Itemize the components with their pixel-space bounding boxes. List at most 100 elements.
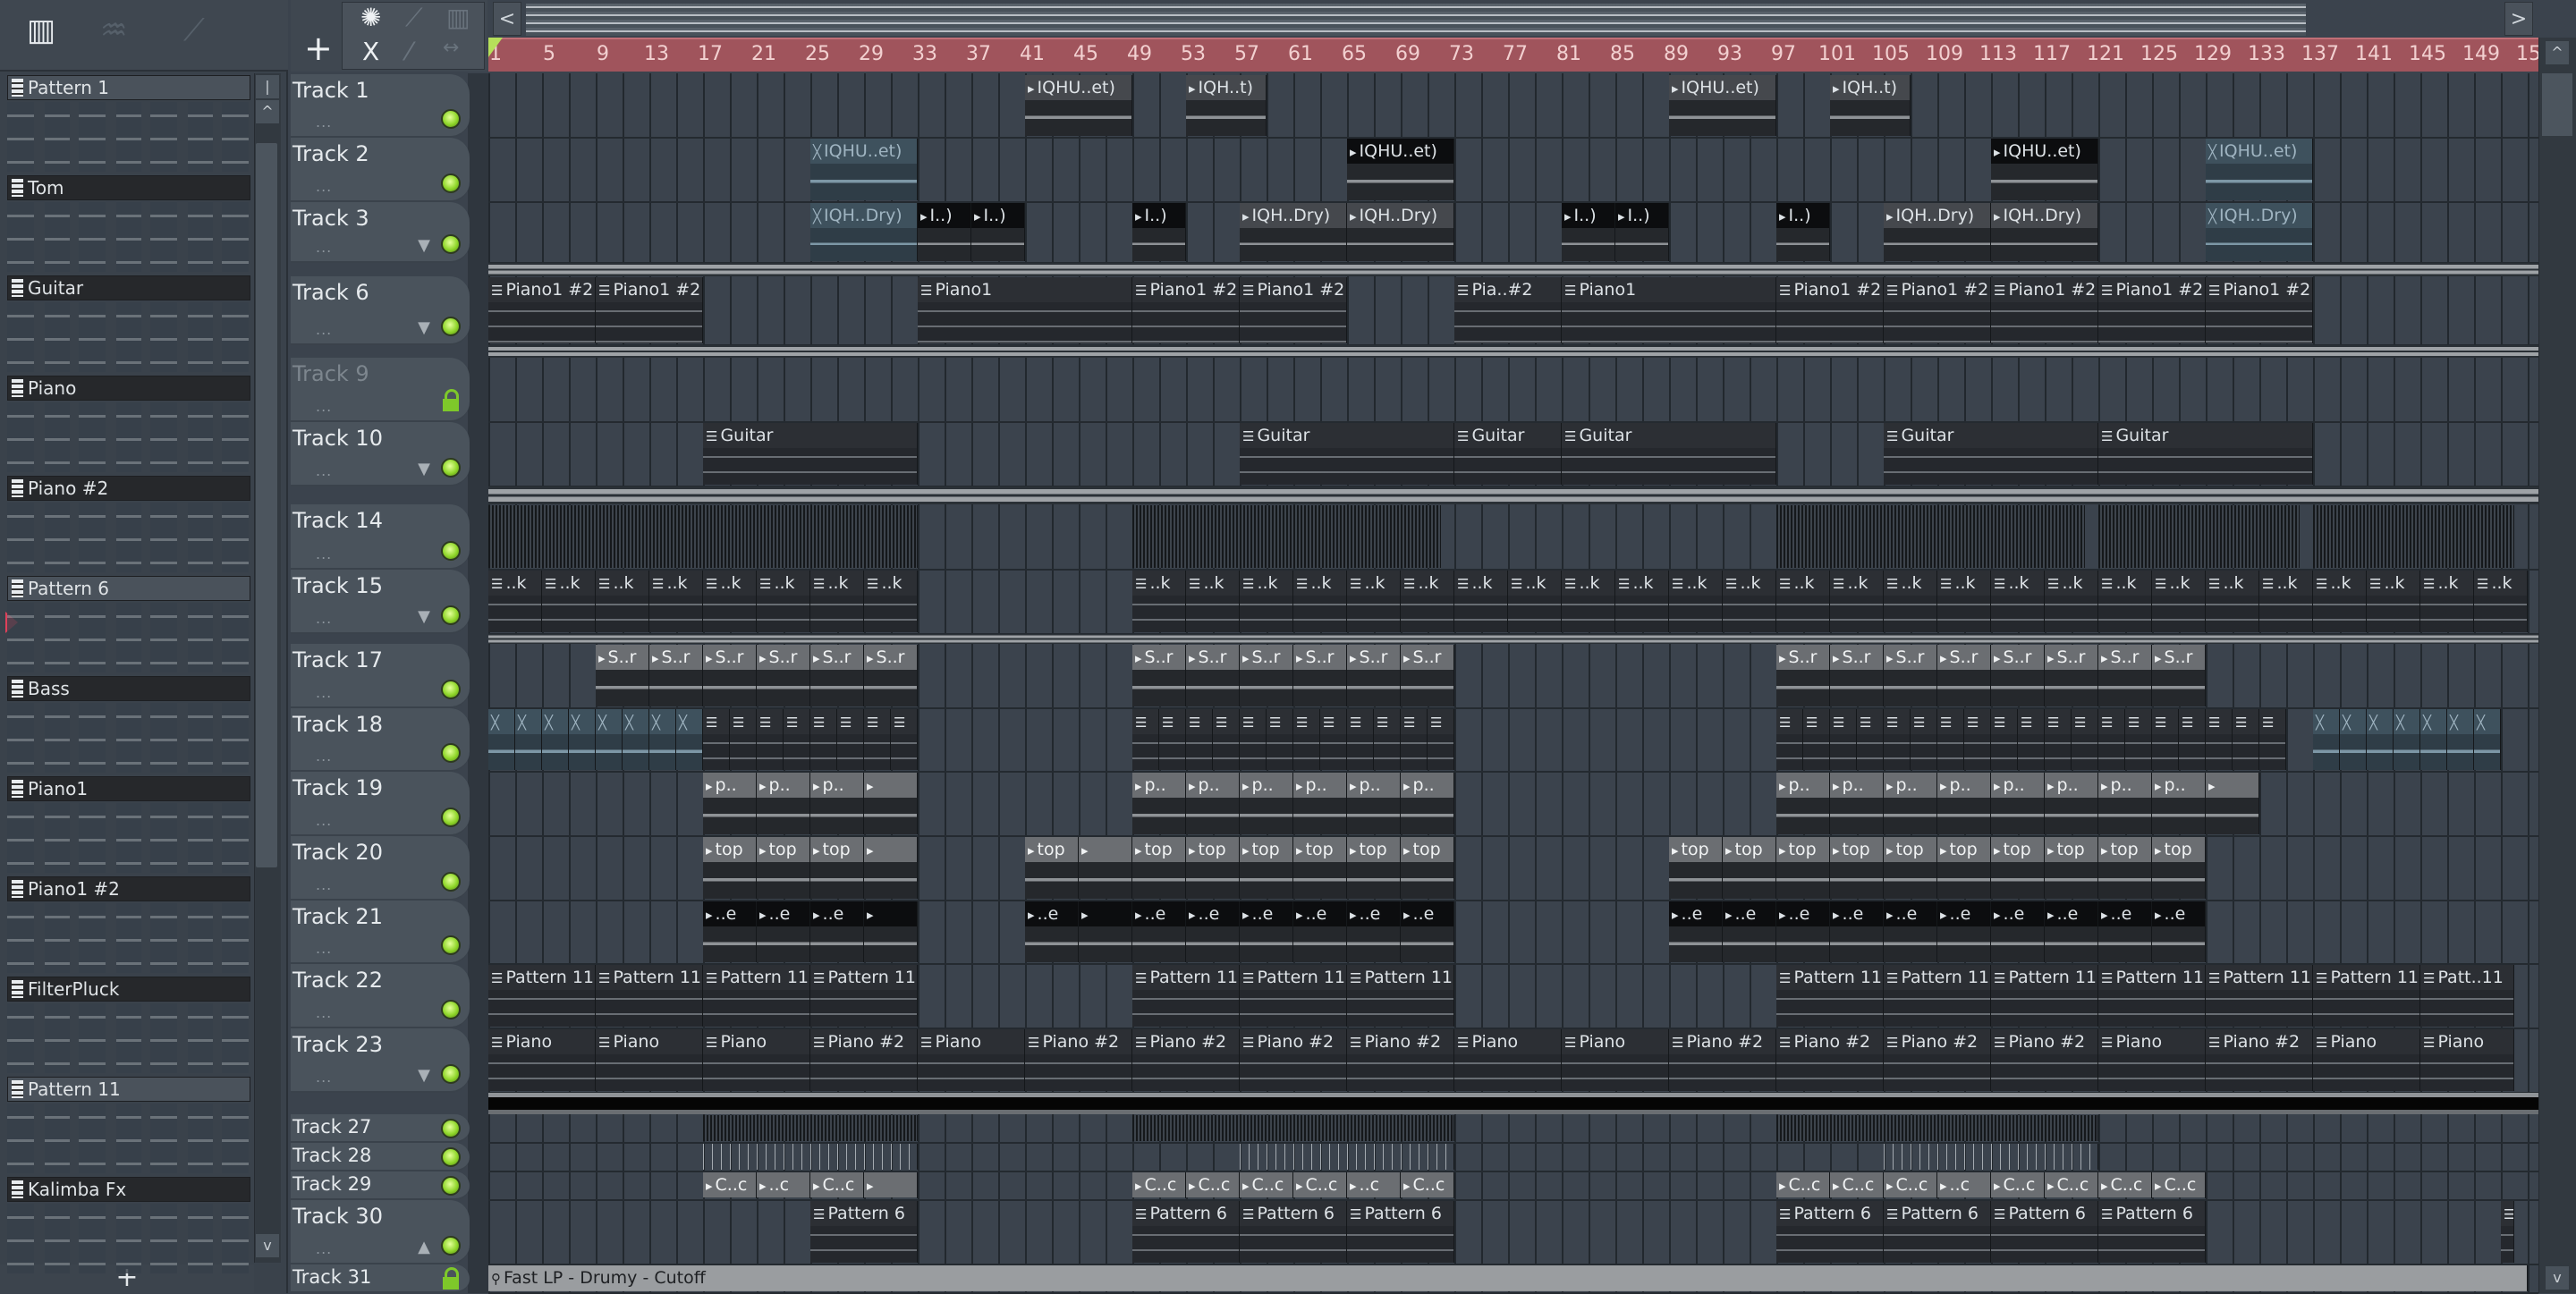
playlist-clip[interactable]: ☰ Piano #2 bbox=[1884, 1029, 1991, 1091]
clip-header[interactable]: ☰ bbox=[757, 709, 783, 734]
clip-header[interactable]: ☰ bbox=[1159, 709, 1185, 734]
clip-header[interactable]: ☰ bbox=[1830, 709, 1856, 734]
playlist-clip[interactable]: ▸ bbox=[2206, 773, 2259, 834]
playlist-clip[interactable]: ☰ Piano #2 bbox=[1991, 1029, 2098, 1091]
track-enable-led[interactable] bbox=[441, 935, 461, 955]
clip-header[interactable]: ☰ ..k bbox=[757, 571, 809, 596]
clip-header[interactable]: ▸ p.. bbox=[1240, 773, 1292, 798]
clip-header[interactable]: ╳ bbox=[2394, 709, 2419, 734]
clip-header[interactable]: ▸ IQH..Dry) bbox=[1240, 203, 1346, 228]
track-menu-dots-icon[interactable]: ... bbox=[316, 684, 332, 701]
track-name[interactable]: Track 23 bbox=[292, 1032, 383, 1057]
playlist-clip[interactable]: ☰ Piano1 bbox=[918, 277, 1132, 343]
playlist-clip[interactable]: ▸ C..c bbox=[1830, 1172, 1884, 1198]
playlist-clip[interactable]: ☰ Piano #2 bbox=[810, 1029, 918, 1091]
pattern-item-header[interactable]: Pattern 11 bbox=[7, 1077, 250, 1102]
playlist-clip[interactable]: ▸ ..e bbox=[1025, 901, 1079, 962]
clip-header[interactable]: ☰ bbox=[1991, 709, 2017, 734]
playlist-clip[interactable]: ▸ IQH..t) bbox=[1830, 75, 1911, 136]
clip-header[interactable]: ▸ ..c bbox=[1347, 1172, 1400, 1197]
clip-header[interactable]: ☰ Piano #2 bbox=[1991, 1029, 2097, 1054]
pattern-item-header[interactable]: Pattern 6 bbox=[7, 576, 250, 601]
pattern-item-header[interactable]: Kalimba Fx bbox=[7, 1177, 250, 1202]
playlist-clip[interactable]: ☰ Pattern 11 bbox=[810, 965, 918, 1027]
clip-header[interactable]: ☰ Piano1 bbox=[1562, 277, 1775, 302]
clip-header[interactable]: ☰ ..k bbox=[2420, 571, 2473, 596]
clip-header[interactable]: ☰ Pattern 11 bbox=[810, 965, 917, 990]
clip-header[interactable]: ☰ Piano bbox=[2420, 1029, 2513, 1054]
clip-header[interactable]: ╳ IQHU..et) bbox=[810, 139, 917, 164]
playlist-clip[interactable]: ☰ bbox=[1428, 709, 1454, 770]
playlist-clip[interactable]: ▸ IQHU..et) bbox=[1347, 139, 1454, 200]
playlist-clip[interactable]: ╳ bbox=[2447, 709, 2474, 770]
clip-header[interactable]: ☰ Piano #2 bbox=[1669, 1029, 1775, 1054]
playlist-clip[interactable]: ▸ top bbox=[810, 837, 864, 899]
playlist-clip[interactable]: ☰ bbox=[2072, 709, 2098, 770]
clip-header[interactable]: ▸ p.. bbox=[2098, 773, 2151, 798]
playlist-clip[interactable]: ▸ S..r bbox=[1240, 645, 1293, 706]
playlist-overview[interactable] bbox=[526, 4, 2306, 36]
clip-header[interactable]: ▸ S..r bbox=[1830, 645, 1883, 670]
playlist-clip[interactable]: ☰ Pattern 6 bbox=[2098, 1201, 2206, 1263]
clip-header[interactable]: ▸ S..r bbox=[864, 645, 917, 670]
clip-header[interactable]: ☰ Piano #2 bbox=[1025, 1029, 1131, 1054]
playlist-clip[interactable]: ☰ ..k bbox=[1776, 571, 1830, 632]
playlist-clip[interactable]: ☰ Piano bbox=[703, 1029, 810, 1091]
clip-header[interactable]: ▸ C..c bbox=[1830, 1172, 1883, 1197]
playlist-clip[interactable]: ☰ Pattern 6 bbox=[1884, 1201, 1991, 1263]
playlist-clip[interactable]: ▸ C..c bbox=[1401, 1172, 1454, 1198]
playlist-clip[interactable]: ☰ Pattern 6 bbox=[1240, 1201, 1347, 1263]
track-enable-led[interactable] bbox=[441, 872, 461, 892]
playlist-clip[interactable]: ▸ bbox=[1079, 837, 1132, 899]
clip-header[interactable]: ☰ Pattern 6 bbox=[2098, 1201, 2205, 1226]
clip-header[interactable]: ☰ ..k bbox=[1669, 571, 1722, 596]
playlist-clip[interactable]: ☰ bbox=[757, 709, 784, 770]
clip-header[interactable]: ☰ ..k bbox=[1240, 571, 1292, 596]
clip-header[interactable]: ☰ bbox=[1213, 709, 1239, 734]
playlist-clip[interactable]: ☰ ..k bbox=[1991, 571, 2045, 632]
playlist-clip[interactable]: ☰ bbox=[1937, 709, 1964, 770]
playlist-clip[interactable]: ▸ S..r bbox=[2152, 645, 2206, 706]
playlist-clip[interactable]: ╳ bbox=[569, 709, 596, 770]
playlist-clip[interactable]: ▸ ..e bbox=[2098, 901, 2152, 962]
playlist-clip[interactable]: ▸ S..r bbox=[757, 645, 810, 706]
clip-header[interactable]: ▸ S..r bbox=[1293, 645, 1346, 670]
playlist-clip[interactable]: ▸ IQH..Dry) bbox=[1347, 203, 1454, 261]
clip-header[interactable]: ▸ top bbox=[1401, 837, 1453, 862]
clip-header[interactable]: ☰ Piano #2 bbox=[1240, 1029, 1346, 1054]
clip-header[interactable]: ▸ ..e bbox=[1723, 901, 1775, 926]
playlist-clip[interactable]: ☰ bbox=[784, 709, 810, 770]
clip-header[interactable]: ☰ Pattern 6 bbox=[810, 1201, 917, 1226]
pattern-item-header[interactable]: FilterPluck bbox=[7, 977, 250, 1002]
clip-header[interactable]: ▸ bbox=[864, 901, 917, 926]
track-name[interactable]: Track 29 bbox=[292, 1173, 371, 1195]
clip-header[interactable]: ▸ bbox=[864, 837, 917, 862]
clip-header[interactable]: ☰ Pattern 6 bbox=[1132, 1201, 1239, 1226]
clip-header[interactable]: ☰ Pattern 11 bbox=[1991, 965, 2097, 990]
clip-header[interactable]: ☰ ..k bbox=[1186, 571, 1239, 596]
clip-header[interactable]: ☰ bbox=[864, 709, 890, 734]
playlist-clip[interactable]: ☰ Pattern 11 bbox=[1884, 965, 1991, 1027]
track-menu-dots-icon[interactable]: ... bbox=[316, 462, 332, 479]
pattern-item-header[interactable]: Pattern 1 bbox=[7, 75, 250, 100]
clip-header[interactable]: ▸ S..r bbox=[649, 645, 702, 670]
playlist-clip[interactable]: ╳ bbox=[2474, 709, 2501, 770]
playlist-clip[interactable]: ▸ ..e bbox=[1723, 901, 1776, 962]
playlist-clip[interactable] bbox=[1240, 1144, 1454, 1170]
playlist-clip[interactable] bbox=[2313, 505, 2514, 568]
playlist-clip[interactable]: ▸ ..c bbox=[1937, 1172, 1991, 1198]
clip-header[interactable]: ╳ bbox=[649, 709, 675, 734]
playlist-clip[interactable]: ▸ I..) bbox=[971, 203, 1025, 261]
playlist-clip[interactable]: ☰ bbox=[2233, 709, 2259, 770]
playlist-clip[interactable]: ☰ Guitar bbox=[2098, 423, 2313, 485]
clip-header[interactable]: ☰ Piano bbox=[2313, 1029, 2419, 1054]
playlist-clip[interactable]: ☰ bbox=[1186, 709, 1213, 770]
clip-header[interactable]: ▸ ..e bbox=[1884, 901, 1936, 926]
track-name[interactable]: Track 18 bbox=[292, 712, 383, 737]
clip-header[interactable]: ▸ ..e bbox=[810, 901, 863, 926]
playlist-clip[interactable]: ☰ Pattern 11 bbox=[1776, 965, 1884, 1027]
clip-header[interactable]: ▸ C..c bbox=[2045, 1172, 2097, 1197]
playlist-clip[interactable]: ▸ S..r bbox=[1293, 645, 1347, 706]
clip-header[interactable]: ▸ C..c bbox=[1186, 1172, 1239, 1197]
clip-header[interactable]: ☰ Piano bbox=[703, 1029, 809, 1054]
